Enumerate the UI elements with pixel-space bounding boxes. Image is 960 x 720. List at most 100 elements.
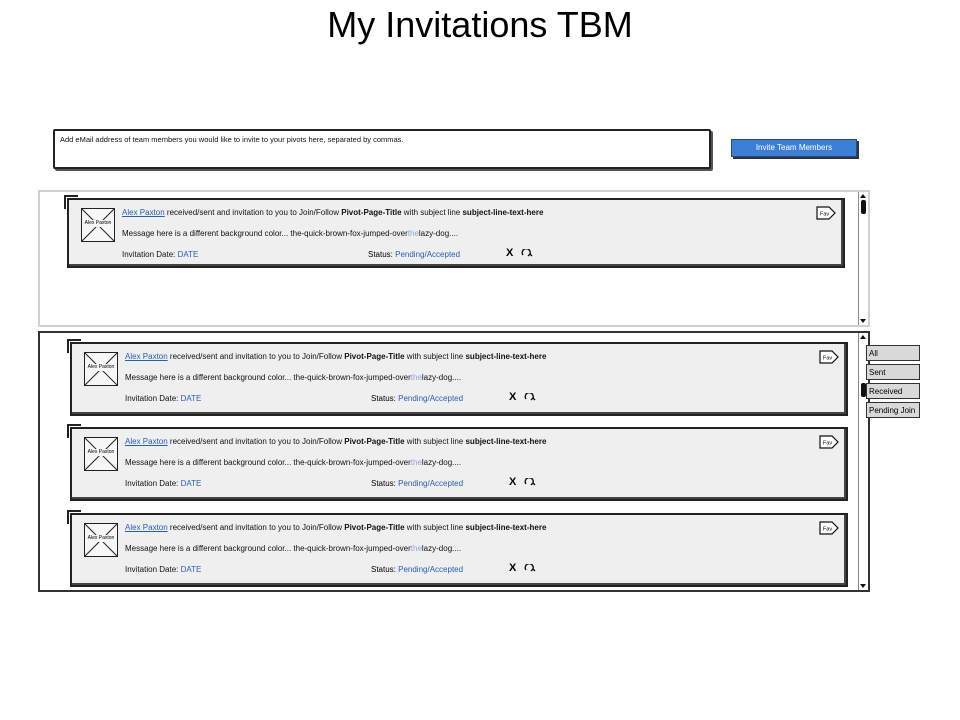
invitation-status: Status: Pending/Accepted — [368, 250, 460, 259]
message-suffix: lazy-dog.... — [421, 544, 462, 553]
fav-label: Fav — [823, 441, 832, 447]
date-value: DATE — [180, 479, 202, 488]
with-subject-text: with subject line — [401, 208, 463, 217]
date-label: Invitation Date: — [125, 479, 181, 488]
message-prefix: Message here is a different background c… — [125, 544, 411, 553]
preview-scrollbar[interactable] — [858, 192, 868, 325]
with-subject-text: with subject line — [404, 437, 466, 446]
subject-line: subject-line-text-here — [465, 437, 547, 446]
date-value: DATE — [180, 565, 202, 574]
invitation-message: Message here is a different background c… — [125, 458, 461, 467]
fav-icon[interactable]: Fav — [818, 520, 840, 536]
status-label: Status: — [368, 250, 396, 259]
redo-icon[interactable] — [524, 393, 536, 403]
message-suffix: lazy-dog.... — [418, 229, 459, 238]
status-value: Pending/Accepted — [398, 565, 464, 574]
subject-line: subject-line-text-here — [465, 352, 547, 361]
invitation-card: Alex Paxton Alex Paxton received/sent an… — [64, 195, 845, 268]
invitation-message: Message here is a different background c… — [125, 544, 461, 553]
redo-icon[interactable] — [524, 564, 536, 574]
redo-icon[interactable] — [521, 249, 533, 259]
fav-icon[interactable]: Fav — [818, 434, 840, 450]
invitation-status: Status: Pending/Accepted — [371, 565, 463, 574]
invitation-status: Status: Pending/Accepted — [371, 394, 463, 403]
invitation-date: Invitation Date: DATE — [122, 250, 198, 259]
status-label: Status: — [371, 565, 399, 574]
status-label: Status: — [371, 479, 399, 488]
invitation-card: Alex Paxton Alex Paxton received/sent an… — [67, 424, 848, 501]
page-title: My Invitations TBM — [327, 4, 633, 45]
invitation-action-text: received/sent and invitation to you to J… — [167, 352, 345, 361]
date-label: Invitation Date: — [125, 565, 181, 574]
invitation-status: Status: Pending/Accepted — [371, 479, 463, 488]
invitation-summary: Alex Paxton received/sent and invitation… — [125, 352, 546, 361]
decline-x-icon[interactable]: X — [509, 391, 516, 403]
scroll-down-arrow-icon[interactable] — [860, 584, 866, 588]
subject-line: subject-line-text-here — [465, 523, 547, 532]
date-label: Invitation Date: — [125, 394, 181, 403]
redo-icon[interactable] — [524, 478, 536, 488]
pivot-title: Pivot-Page-Title — [341, 208, 402, 217]
decline-x-icon[interactable]: X — [509, 562, 516, 574]
message-prefix: Message here is a different background c… — [125, 373, 411, 382]
invitation-message: Message here is a different background c… — [125, 373, 461, 382]
date-label: Invitation Date: — [122, 250, 178, 259]
avatar-label: Alex Paxton — [85, 449, 117, 456]
filter-tab-all[interactable]: All — [866, 345, 920, 361]
invitation-action-text: received/sent and invitation to you to J… — [167, 523, 345, 532]
avatar-label: Alex Paxton — [82, 220, 114, 227]
pivot-title: Pivot-Page-Title — [344, 437, 405, 446]
message-the: the — [410, 544, 422, 553]
filter-tab-sent[interactable]: Sent — [866, 364, 920, 380]
invitation-summary: Alex Paxton received/sent and invitation… — [125, 523, 546, 532]
invitation-date: Invitation Date: DATE — [125, 394, 201, 403]
invitation-message: Message here is a different background c… — [122, 229, 458, 238]
invitation-card: Alex Paxton Alex Paxton received/sent an… — [67, 339, 848, 416]
fav-label: Fav — [820, 212, 829, 218]
email-invite-input[interactable]: Add eMail address of team members you wo… — [53, 129, 711, 169]
avatar-label: Alex Paxton — [85, 535, 117, 542]
fav-icon[interactable]: Fav — [818, 349, 840, 365]
invite-team-members-button[interactable]: Invite Team Members — [731, 139, 857, 157]
decline-x-icon[interactable]: X — [506, 247, 513, 259]
message-the: the — [410, 458, 422, 467]
status-label: Status: — [371, 394, 399, 403]
sender-link[interactable]: Alex Paxton — [125, 437, 168, 446]
scroll-down-arrow-icon[interactable] — [860, 319, 866, 323]
decline-x-icon[interactable]: X — [509, 476, 516, 488]
sender-link[interactable]: Alex Paxton — [122, 208, 165, 217]
filter-tab-received[interactable]: Received — [866, 383, 920, 399]
scroll-up-arrow-icon[interactable] — [860, 335, 866, 339]
scroll-thumb[interactable] — [861, 200, 866, 214]
date-value: DATE — [177, 250, 199, 259]
invitation-action-text: received/sent and invitation to you to J… — [167, 437, 345, 446]
message-the: the — [410, 373, 422, 382]
scroll-up-arrow-icon[interactable] — [860, 194, 866, 198]
invitation-date: Invitation Date: DATE — [125, 565, 201, 574]
date-value: DATE — [180, 394, 202, 403]
avatar: Alex Paxton — [84, 352, 118, 386]
pivot-title: Pivot-Page-Title — [344, 352, 405, 361]
avatar-label: Alex Paxton — [85, 364, 117, 371]
invitation-card: Alex Paxton Alex Paxton received/sent an… — [67, 510, 848, 587]
message-the: the — [407, 229, 419, 238]
message-prefix: Message here is a different background c… — [125, 458, 411, 467]
pivot-title: Pivot-Page-Title — [344, 523, 405, 532]
status-value: Pending/Accepted — [395, 250, 461, 259]
invitation-summary: Alex Paxton received/sent and invitation… — [125, 437, 546, 446]
status-value: Pending/Accepted — [398, 479, 464, 488]
invitation-date: Invitation Date: DATE — [125, 479, 201, 488]
filter-tab-pending-join[interactable]: Pending Join — [866, 402, 920, 418]
message-suffix: lazy-dog.... — [421, 373, 462, 382]
invitation-summary: Alex Paxton received/sent and invitation… — [122, 208, 543, 217]
fav-label: Fav — [823, 356, 832, 362]
avatar: Alex Paxton — [84, 523, 118, 557]
sender-link[interactable]: Alex Paxton — [125, 523, 168, 532]
email-invite-placeholder: Add eMail address of team members you wo… — [60, 135, 404, 144]
invitation-action-text: received/sent and invitation to you to J… — [164, 208, 342, 217]
with-subject-text: with subject line — [404, 352, 466, 361]
avatar: Alex Paxton — [84, 437, 118, 471]
sender-link[interactable]: Alex Paxton — [125, 352, 168, 361]
fav-icon[interactable]: Fav — [815, 205, 837, 221]
with-subject-text: with subject line — [404, 523, 466, 532]
